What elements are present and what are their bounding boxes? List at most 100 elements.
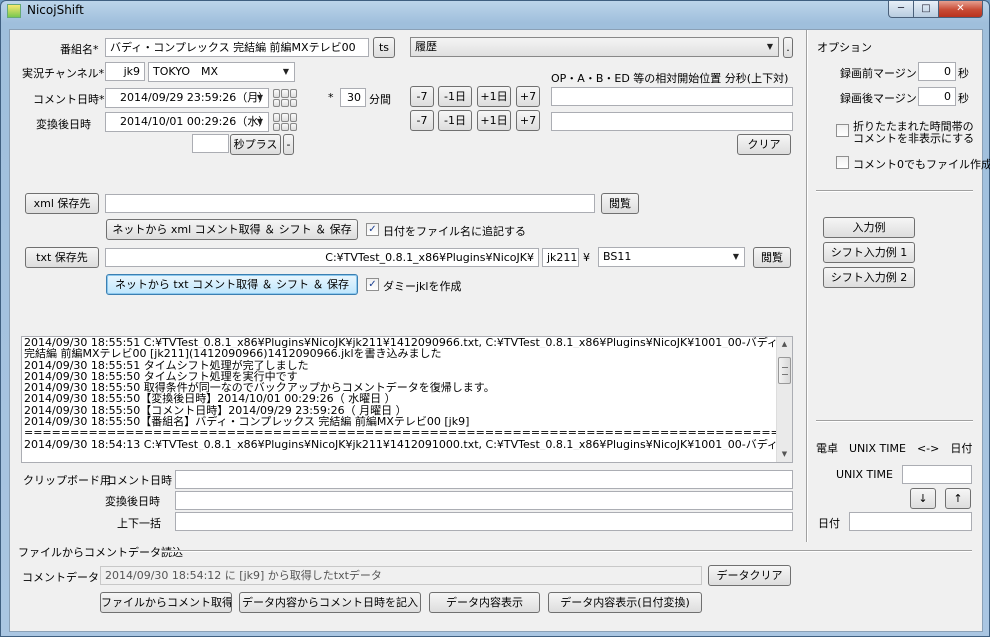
channel-label: 実況チャンネル* xyxy=(22,67,105,80)
dummy-jkl-label: ダミーjklを作成 xyxy=(383,280,462,293)
clipboard-comment-label: コメント日時 xyxy=(106,474,172,487)
clipboard-bulk-label: 上下一括 xyxy=(117,517,161,530)
yen-separator-label: ¥ xyxy=(583,251,590,264)
data-clear-button[interactable]: データクリア xyxy=(708,565,791,586)
unix-to-date-button[interactable]: ↓ xyxy=(910,488,936,509)
clipboard-converted-label: 変換後日時 xyxy=(105,495,160,508)
pre-margin-unit: 秒 xyxy=(958,67,969,80)
clear-button[interactable]: クリア xyxy=(737,134,791,155)
program-name-input[interactable]: バディ・コンプレックス 完結編 前編MXテレビ00 xyxy=(105,38,369,57)
history-combo-value: 履歴 xyxy=(415,40,437,53)
unix-time-input[interactable] xyxy=(902,465,972,484)
station-combo[interactable]: TOKYO MX ▼ xyxy=(148,62,295,82)
shift-minus-7-button[interactable]: -7 xyxy=(410,86,434,107)
comment-datetime-value: 2014/09/29 23:59:26（月） xyxy=(120,91,270,104)
history-combo[interactable]: 履歴 ▼ xyxy=(410,37,779,57)
xml-browse-button[interactable]: 閲覧 xyxy=(601,193,639,214)
show-data-button[interactable]: データ内容表示 xyxy=(429,592,540,613)
dummy-jkl-checkbox[interactable]: ✓ xyxy=(366,278,379,291)
converted-shift-minus-1-day-button[interactable]: -1日 xyxy=(438,110,472,131)
seconds-plus-button[interactable]: 秒プラス xyxy=(230,134,281,155)
chevron-down-icon: ▼ xyxy=(256,117,264,126)
zero-comment-file-label: コメント0でもファイル作成 xyxy=(853,158,990,171)
file-section-title: ファイルからコメントデータ読込 xyxy=(18,546,183,559)
op-field-1[interactable] xyxy=(551,87,793,106)
minutes-input[interactable]: 30 xyxy=(340,88,366,107)
show-data-date-converted-button[interactable]: データ内容表示(日付変換) xyxy=(548,592,702,613)
log-line: 2014/09/30 18:55:51 タイムシフト処理が完了しました xyxy=(24,359,309,371)
txt-save-location-button[interactable]: txt 保存先 xyxy=(25,247,99,268)
file-section-divider xyxy=(162,550,972,552)
txt-path-input[interactable]: C:¥TVTest_0.8.1_x86¥Plugins¥NicoJK¥ xyxy=(105,248,539,267)
xml-save-location-button[interactable]: xml 保存先 xyxy=(25,193,99,214)
converted-datetime-grid-icon[interactable] xyxy=(273,113,297,131)
minimize-icon[interactable]: ─ xyxy=(888,1,914,18)
close-icon[interactable]: ✕ xyxy=(939,1,983,18)
txt-browse-button[interactable]: 閲覧 xyxy=(753,247,791,268)
input-example-button[interactable]: 入力例 xyxy=(823,217,915,238)
shift-input-example-1-button[interactable]: シフト入力例 1 xyxy=(823,242,915,263)
app-icon xyxy=(7,4,21,18)
pre-margin-label: 録画前マージン xyxy=(840,67,917,80)
op-position-label: OP・A・B・ED 等の相対開始位置 分秒(上下対) xyxy=(551,72,789,85)
clipboard-bulk-input[interactable] xyxy=(175,512,793,531)
comment-datetime-picker[interactable]: 2014/09/29 23:59:26（月） ▼ xyxy=(105,88,269,108)
post-margin-unit: 秒 xyxy=(958,92,969,105)
log-line: 2014/09/30 18:55:50【番組名】バディ・コンプレックス 完結編 … xyxy=(24,416,470,428)
converted-datetime-value: 2014/10/01 00:29:26（水） xyxy=(120,115,270,128)
txt-jk-input[interactable]: jk211 xyxy=(542,248,579,267)
txt-channel-combo[interactable]: BS11 ▼ xyxy=(598,247,745,267)
append-date-checkbox[interactable]: ✓ xyxy=(366,223,379,236)
date-to-unix-button[interactable]: ↑ xyxy=(945,488,971,509)
clipboard-converted-input[interactable] xyxy=(175,491,793,510)
log-scrollbar[interactable]: ▲ ▼ xyxy=(776,337,792,462)
hide-folded-comments-checkbox[interactable] xyxy=(836,124,849,137)
log-line: 2014/09/30 18:54:13 C:¥TVTest_0.8.1_x86¥… xyxy=(24,438,792,450)
seconds-minus-button[interactable]: - xyxy=(283,134,294,155)
dot-button[interactable]: . xyxy=(783,37,793,58)
seconds-input[interactable] xyxy=(192,134,229,153)
converted-shift-plus-1-day-button[interactable]: +1日 xyxy=(477,110,511,131)
op-field-2[interactable] xyxy=(551,112,793,131)
client-area: 番組名* バディ・コンプレックス 完結編 前編MXテレビ00 ts 履歴 ▼ .… xyxy=(9,29,990,632)
converted-datetime-picker[interactable]: 2014/10/01 00:29:26（水） ▼ xyxy=(105,112,269,132)
xml-fetch-shift-save-button[interactable]: ネットから xml コメント取得 ＆ シフト ＆ 保存 xyxy=(106,219,358,240)
chevron-down-icon: ▼ xyxy=(256,93,264,102)
scroll-thumb[interactable] xyxy=(778,357,791,384)
date-input[interactable] xyxy=(849,512,972,531)
chevron-down-icon: ▼ xyxy=(732,252,740,261)
zero-comment-file-checkbox[interactable] xyxy=(836,156,849,169)
post-margin-input[interactable]: 0 xyxy=(918,87,956,106)
shift-minus-1-day-button[interactable]: -1日 xyxy=(438,86,472,107)
post-margin-label: 録画後マージン xyxy=(840,92,917,105)
log-line: 2014/09/30 18:55:50 取得条件が同一なのでバックアップからコメ… xyxy=(24,382,495,394)
log-line: 2014/09/30 18:55:51 C:¥TVTest_0.8.1_x86¥… xyxy=(24,337,792,349)
channel-jk-input[interactable]: jk9 xyxy=(105,62,145,81)
shift-input-example-2-button[interactable]: シフト入力例 2 xyxy=(823,267,915,288)
log-line: 2014/09/30 18:55:50【変換後日時】2014/10/01 00:… xyxy=(24,393,396,405)
log-line: 2014/09/30 18:55:50 タイムシフト処理を実行中です xyxy=(24,370,298,383)
maximize-icon[interactable]: □ xyxy=(914,1,939,18)
xml-path-input[interactable] xyxy=(105,194,595,213)
window-title: NicojShift xyxy=(27,3,84,17)
station-combo-value: TOKYO MX xyxy=(153,65,219,78)
clipboard-comment-input[interactable] xyxy=(175,470,793,489)
minutes-unit-label: 分間 xyxy=(369,93,391,106)
application-window: NicojShift ─ □ ✕ 番組名* バディ・コンプレックス 完結編 前編… xyxy=(0,0,990,637)
chevron-down-icon: ▼ xyxy=(766,42,774,51)
converted-datetime-label: 変換後日時 xyxy=(36,118,91,131)
scroll-down-icon[interactable]: ▼ xyxy=(777,447,792,462)
pre-margin-input[interactable]: 0 xyxy=(918,62,956,81)
ts-button[interactable]: ts xyxy=(373,37,395,58)
fill-datetime-from-data-button[interactable]: データ内容からコメント日時を記入 xyxy=(239,592,421,613)
shift-plus-7-button[interactable]: +7 xyxy=(516,86,540,107)
unix-calculator-title: 電卓 UNIX TIME <-> 日付 xyxy=(816,442,973,455)
scroll-up-icon[interactable]: ▲ xyxy=(777,337,792,352)
log-textbox[interactable]: 2014/09/30 18:55:51 C:¥TVTest_0.8.1_x86¥… xyxy=(21,336,793,463)
txt-fetch-shift-save-button[interactable]: ネットから txt コメント取得 ＆ シフト ＆ 保存 xyxy=(106,274,358,295)
converted-shift-plus-7-button[interactable]: +7 xyxy=(516,110,540,131)
shift-plus-1-day-button[interactable]: +1日 xyxy=(477,86,511,107)
comment-datetime-grid-icon[interactable] xyxy=(273,89,297,107)
converted-shift-minus-7-button[interactable]: -7 xyxy=(410,110,434,131)
fetch-from-file-button[interactable]: ファイルからコメント取得 xyxy=(100,592,232,613)
